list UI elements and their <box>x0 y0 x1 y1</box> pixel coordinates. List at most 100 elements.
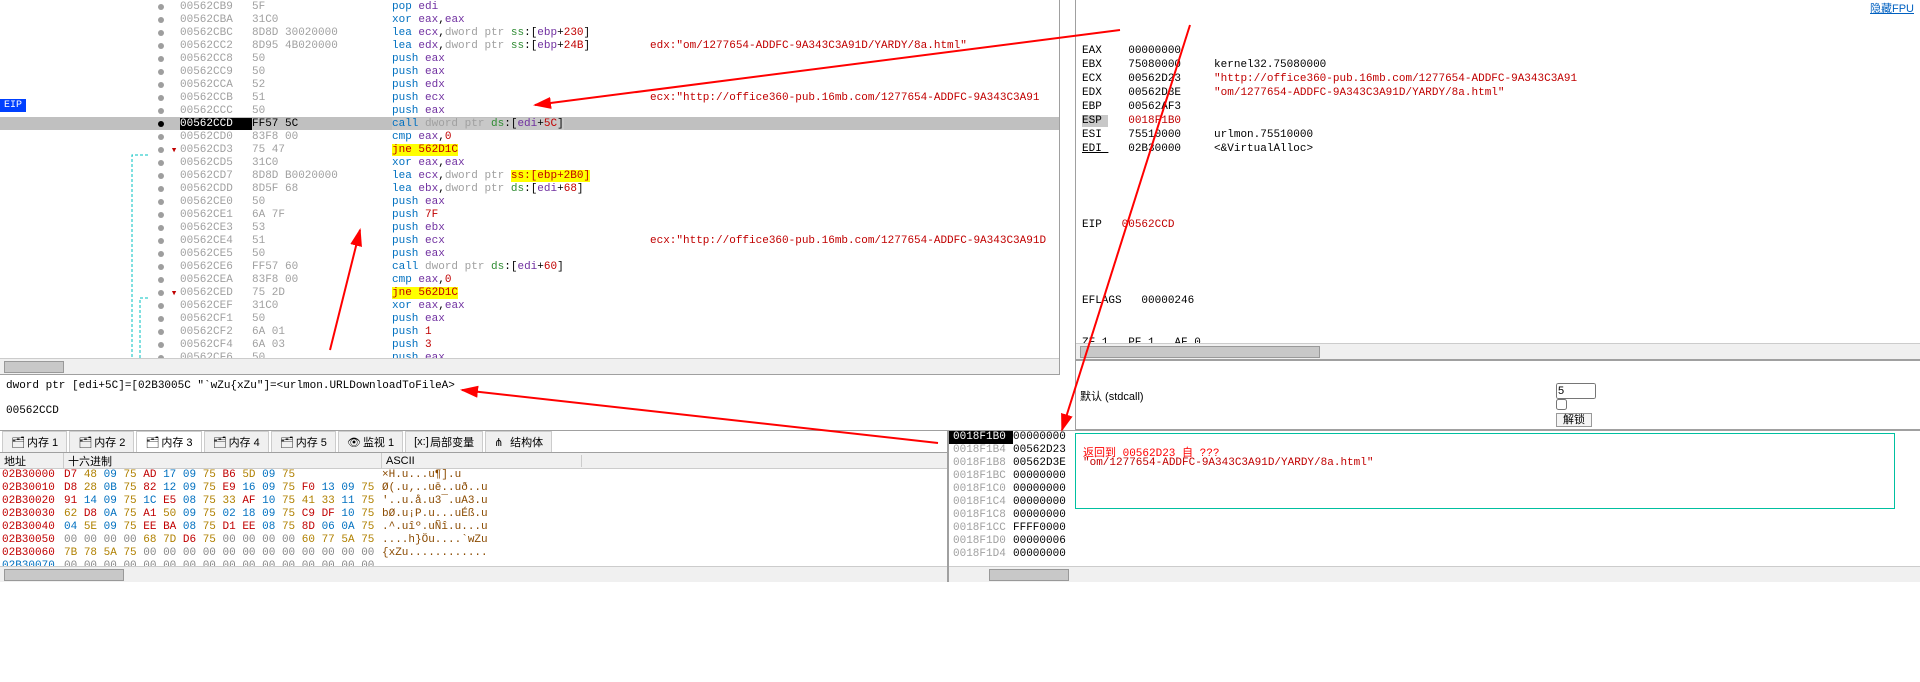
reg-label-esi: ESI <box>1082 129 1108 141</box>
memory-row[interactable]: 02B3005000 00 00 00 68 7D D6 75 00 00 00… <box>0 534 947 547</box>
unlock-checkbox[interactable] <box>1556 399 1567 410</box>
reg-value-esi[interactable]: 75510000 <box>1128 129 1181 141</box>
mem-col-asc: ASCII <box>382 455 582 467</box>
reg-label-ecx: ECX <box>1082 73 1108 85</box>
reg-value-edi[interactable]: 02B30000 <box>1128 143 1181 155</box>
disasm-row[interactable]: 00562CF4 6A 03push 3 <box>0 338 1059 351</box>
disasm-row[interactable]: 00562CC8 50push eax <box>0 52 1059 65</box>
info-line-2: 00562CCD <box>6 404 1054 419</box>
reg-value-ebp[interactable]: 00562AF3 <box>1128 101 1181 113</box>
memory-row[interactable]: 02B3004004 5E 09 75 EE BA 08 75 D1 EE 08… <box>0 521 947 534</box>
disasm-row[interactable]: 00562CE6 FF57 60call dword ptr ds:[edi+6… <box>0 260 1059 273</box>
memory-tab-label: 内存 1 <box>27 434 58 450</box>
disasm-row[interactable]: 00562CB9 5Fpop edi <box>0 0 1059 13</box>
memory-tab-icon: 🗂 <box>78 436 90 448</box>
memory-tab-label: 内存 3 <box>161 434 192 450</box>
disasm-row[interactable]: 00562CDD 8D5F 68lea ebx,dword ptr ds:[ed… <box>0 182 1059 195</box>
memory-tab-label: 内存 2 <box>94 434 125 450</box>
disasm-row[interactable]: 00562CF2 6A 01push 1 <box>0 325 1059 338</box>
memory-tab-icon: [x:] <box>414 436 426 448</box>
reg-label-ebx: EBX <box>1082 59 1108 71</box>
disasm-row[interactable]: 00562CC9 50push eax <box>0 65 1059 78</box>
reg-value-ebx[interactable]: 75080000 <box>1128 59 1181 71</box>
disasm-row[interactable]: 00562CBC 8D8D 30020000lea ecx,dword ptr … <box>0 26 1059 39</box>
memory-tab-4[interactable]: 🗂 内存 5 <box>271 431 336 452</box>
disasm-row[interactable]: ▾00562CD3 75 47jne 562D1C <box>0 143 1059 156</box>
stack-row[interactable]: 0018F1CCFFFF0000 <box>949 522 1920 535</box>
memory-row[interactable]: 02B3002091 14 09 75 1C E5 08 75 33 AF 10… <box>0 495 947 508</box>
disasm-row[interactable]: 00562CE3 53push ebx <box>0 221 1059 234</box>
reg-label-ebp: EBP <box>1082 101 1108 113</box>
calling-convention-label: 默认 (stdcall) <box>1080 391 1144 404</box>
disasm-row[interactable]: 00562CCB 51push ecxecx:"http://office360… <box>0 91 1059 104</box>
disassembly-pane[interactable]: EIP 00562CB9 5Fpop edi 00562CBA 31C0xor … <box>0 0 1060 375</box>
disasm-row[interactable]: 00562CE1 6A 7Fpush 7F <box>0 208 1059 221</box>
disasm-row[interactable]: 00562CD7 8D8D B0020000lea ecx,dword ptr … <box>0 169 1059 182</box>
memory-row[interactable]: 02B30000D7 48 09 75 AD 17 09 75 B6 5D 09… <box>0 469 947 482</box>
unlock-button[interactable]: 解锁 <box>1556 413 1592 427</box>
reg-value-esp[interactable]: 0018F1B0 <box>1128 115 1181 127</box>
disasm-row[interactable]: 00562CBA 31C0xor eax,eax <box>0 13 1059 26</box>
disasm-row[interactable]: 00562CD0 83F8 00cmp eax,0 <box>0 130 1059 143</box>
stack-row[interactable]: 0018F1D400000000 <box>949 548 1920 561</box>
memory-tab-2[interactable]: 🗂内存 3 <box>136 431 201 452</box>
reg-label-edx: EDX <box>1082 87 1108 99</box>
stack-hscroll[interactable] <box>949 566 1920 582</box>
memory-row[interactable]: 02B300607B 78 5A 75 00 00 00 00 00 00 00… <box>0 547 947 560</box>
memory-row[interactable]: 02B30010D8 28 0B 75 82 12 09 75 E9 16 09… <box>0 482 947 495</box>
reg-value-edx[interactable]: 00562D3E <box>1128 87 1181 99</box>
reg-value-ecx[interactable]: 00562D23 <box>1128 73 1181 85</box>
memory-tab-0[interactable]: 🗂 内存 1 <box>2 431 67 452</box>
memory-tab-1[interactable]: 🗂 内存 2 <box>69 431 134 452</box>
disasm-row[interactable]: 00562CE5 50push eax <box>0 247 1059 260</box>
eip-label: EIP <box>1082 219 1102 231</box>
reg-label-eax: EAX <box>1082 45 1108 57</box>
stack-args-pane[interactable]: 默认 (stdcall) 解锁 1: [esp] 000000002: [esp… <box>1075 360 1920 430</box>
reg-value-eax[interactable]: 00000000 <box>1128 45 1181 57</box>
disasm-hscroll[interactable] <box>0 358 1059 374</box>
disasm-row[interactable]: 00562CD5 31C0xor eax,eax <box>0 156 1059 169</box>
disasm-row[interactable]: 00562CE4 51push ecxecx:"http://office360… <box>0 234 1059 247</box>
reg-label-edi: EDI <box>1082 143 1108 155</box>
disasm-row[interactable]: ▾00562CED 75 2Djne 562D1C <box>0 286 1059 299</box>
memory-header: 地址 十六进制 ASCII <box>0 453 947 469</box>
memory-tab-label: 局部变量 <box>430 434 474 450</box>
eflags-line: EFLAGS 00000246 <box>1082 294 1914 308</box>
memory-tab-icon: 🗂 <box>280 436 292 448</box>
memory-pane[interactable]: 🗂 内存 1 🗂 内存 2 🗂内存 3🗂内存 4 🗂 内存 5 👁监视 1 [x:] 局部变量 ⋔结… <box>0 430 948 582</box>
registers-pane[interactable]: 隐藏FPU EAX 00000000EBX 75080000 kernel32.… <box>1075 0 1920 360</box>
disasm-row[interactable]: 00562CE0 50push eax <box>0 195 1059 208</box>
memory-tab-icon: 🗂 <box>11 436 23 448</box>
memory-hscroll[interactable] <box>0 566 947 582</box>
memory-tabs[interactable]: 🗂 内存 1 🗂 内存 2 🗂内存 3🗂内存 4 🗂 内存 5 👁监视 1 [x:] 局部变量 ⋔结… <box>0 431 947 453</box>
memory-tab-3[interactable]: 🗂内存 4 <box>204 431 269 452</box>
disasm-row[interactable]: 00562CCA 52push edx <box>0 78 1059 91</box>
disasm-row[interactable]: 00562CEA 83F8 00cmp eax,0 <box>0 273 1059 286</box>
stack-row[interactable]: 0018F1D000000006 <box>949 535 1920 548</box>
info-lines: dword ptr [edi+5C]=[02B3005C "`wZu{xZu"]… <box>0 375 1060 430</box>
eip-value[interactable]: 00562CCD <box>1122 219 1175 231</box>
hide-fpu-link[interactable]: 隐藏FPU <box>1870 2 1914 16</box>
mem-col-addr: 地址 <box>0 453 64 469</box>
disasm-row[interactable]: 00562CC2 8D95 4B020000lea edx,dword ptr … <box>0 39 1059 52</box>
disasm-row[interactable]: 00562CCC 50push eax <box>0 104 1059 117</box>
memory-row[interactable]: 02B3003062 D8 0A 75 A1 50 09 75 02 18 09… <box>0 508 947 521</box>
memory-tab-label: 结构体 <box>510 434 543 450</box>
stack-return-highlight-box <box>1075 433 1895 509</box>
disasm-row[interactable]: 00562CCD FF57 5Ccall dword ptr ds:[edi+5… <box>0 117 1059 130</box>
reg-label-esp: ESP <box>1082 115 1108 127</box>
memory-tab-label: 内存 4 <box>229 434 260 450</box>
disasm-row[interactable]: 00562CF1 50push eax <box>0 312 1059 325</box>
memory-tab-icon: 👁 <box>347 436 359 448</box>
mem-col-hex: 十六进制 <box>64 453 382 469</box>
stack-pane[interactable]: 0018F1B0000000000018F1B400562D23返回到 0056… <box>948 430 1920 582</box>
regs-hscroll[interactable] <box>1076 343 1920 359</box>
memory-tab-6[interactable]: [x:] 局部变量 <box>405 431 483 452</box>
stack-row[interactable]: 0018F1C800000000 <box>949 509 1920 522</box>
memory-tab-7[interactable]: ⋔结构体 <box>485 431 552 452</box>
info-line-1: dword ptr [edi+5C]=[02B3005C "`wZu{xZu"]… <box>6 379 1054 394</box>
memory-tab-label: 内存 5 <box>296 434 327 450</box>
arg-count-input[interactable] <box>1556 383 1596 399</box>
disasm-row[interactable]: 00562CEF 31C0xor eax,eax <box>0 299 1059 312</box>
memory-tab-5[interactable]: 👁监视 1 <box>338 431 403 452</box>
